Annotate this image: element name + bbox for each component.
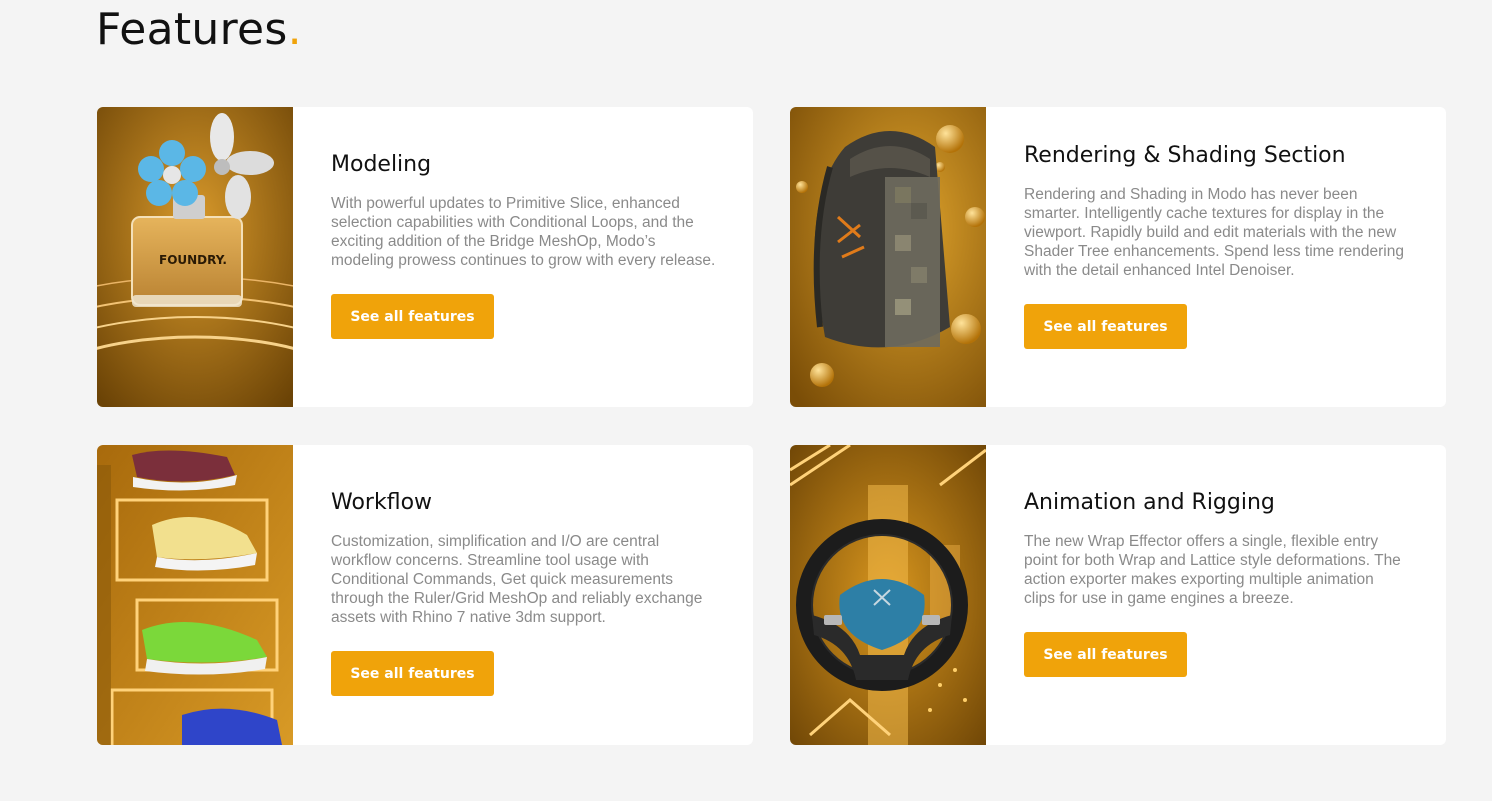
feature-title: Animation and Rigging (1024, 490, 1275, 515)
perfume-bottle-image: FOUNDRY. (97, 107, 293, 407)
feature-description: With powerful updates to Primitive Slice… (331, 195, 716, 269)
feature-card-body: Rendering & Shading Section Rendering an… (1024, 141, 1414, 349)
feature-description: The new Wrap Effector offers a single, f… (1024, 533, 1401, 607)
backpack-image (790, 107, 986, 407)
feature-title: Rendering & Shading Section (1024, 143, 1346, 168)
feature-description: Customization, simplification and I/O ar… (331, 533, 703, 626)
feature-card-workflow: Workflow Customization, simplification a… (97, 445, 753, 745)
feature-card-body: Modeling With powerful updates to Primit… (331, 150, 721, 339)
feature-card-modeling: FOUNDRY. Modeling With powerful updates … (97, 107, 753, 407)
see-all-features-button[interactable]: See all features (331, 651, 494, 696)
feature-card-animation-rigging: Animation and Rigging The new Wrap Effec… (790, 445, 1446, 745)
feature-card-body: Animation and Rigging The new Wrap Effec… (1024, 488, 1414, 677)
feature-title: Workflow (331, 490, 433, 515)
page-title: Features. (96, 4, 302, 56)
see-all-features-button[interactable]: See all features (1024, 304, 1187, 349)
page-title-text: Features (96, 4, 288, 55)
see-all-features-button[interactable]: See all features (331, 294, 494, 339)
page-title-accent-dot: . (287, 4, 302, 55)
sneakers-image (97, 445, 293, 745)
steering-wheel-image (790, 445, 986, 745)
see-all-features-button[interactable]: See all features (1024, 632, 1187, 677)
bottle-label-text: FOUNDRY. (159, 253, 227, 267)
feature-card-rendering-shading: Rendering & Shading Section Rendering an… (790, 107, 1446, 407)
feature-title: Modeling (331, 152, 432, 177)
feature-description: Rendering and Shading in Modo has never … (1024, 186, 1404, 279)
feature-card-body: Workflow Customization, simplification a… (331, 488, 721, 696)
